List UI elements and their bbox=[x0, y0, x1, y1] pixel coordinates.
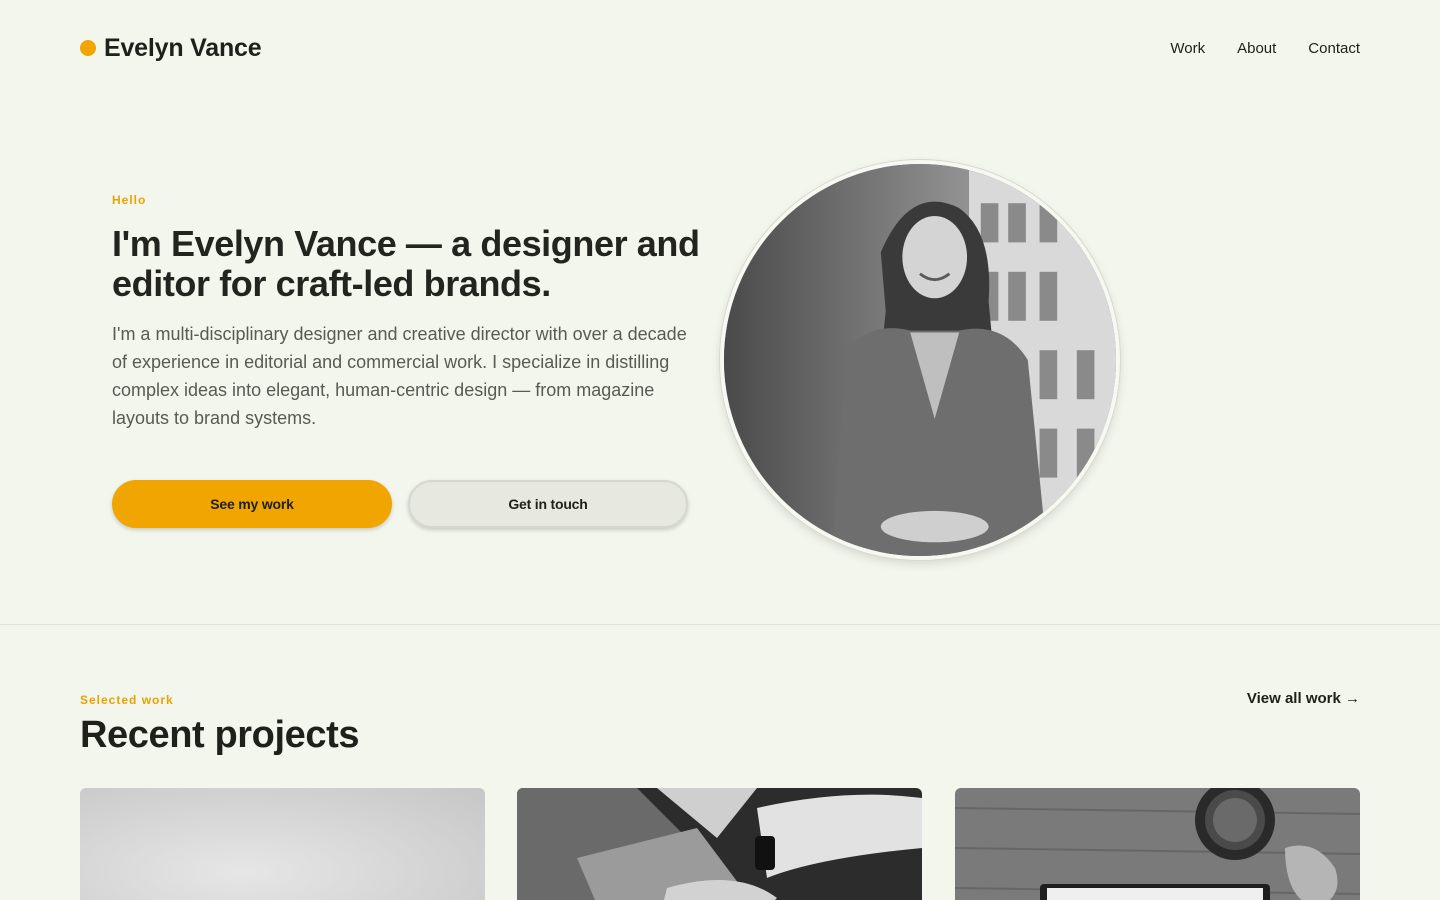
section-divider bbox=[0, 624, 1440, 625]
project-card[interactable] bbox=[955, 788, 1360, 900]
nav-link-work[interactable]: Work bbox=[1170, 40, 1205, 57]
see-my-work-button[interactable]: See my work bbox=[112, 480, 392, 528]
hero-eyebrow: Hello bbox=[112, 193, 147, 207]
recent-projects-title: Recent projects bbox=[80, 714, 360, 756]
view-all-work-link[interactable]: View all work → bbox=[1247, 690, 1360, 707]
brand-name: Evelyn Vance bbox=[104, 33, 262, 62]
nav-link-about[interactable]: About bbox=[1237, 40, 1276, 57]
hero-intro: I'm a multi-disciplinary designer and cr… bbox=[112, 324, 687, 428]
site-header: Evelyn Vance Work About Contact bbox=[80, 28, 1360, 68]
main-nav: Work About Contact bbox=[1170, 40, 1360, 57]
nav-link-contact[interactable]: Contact bbox=[1308, 40, 1360, 57]
get-in-touch-button[interactable]: Get in touch bbox=[408, 480, 688, 528]
project-card[interactable] bbox=[517, 788, 922, 900]
portrait-photo bbox=[720, 160, 1120, 560]
project-card[interactable] bbox=[80, 788, 485, 900]
hero-title: I'm Evelyn Vance — a designer and editor… bbox=[112, 223, 700, 304]
work-eyebrow: Selected work bbox=[80, 693, 174, 707]
brand-logo[interactable]: Evelyn Vance bbox=[80, 33, 262, 63]
brand-dot-icon bbox=[80, 40, 96, 56]
